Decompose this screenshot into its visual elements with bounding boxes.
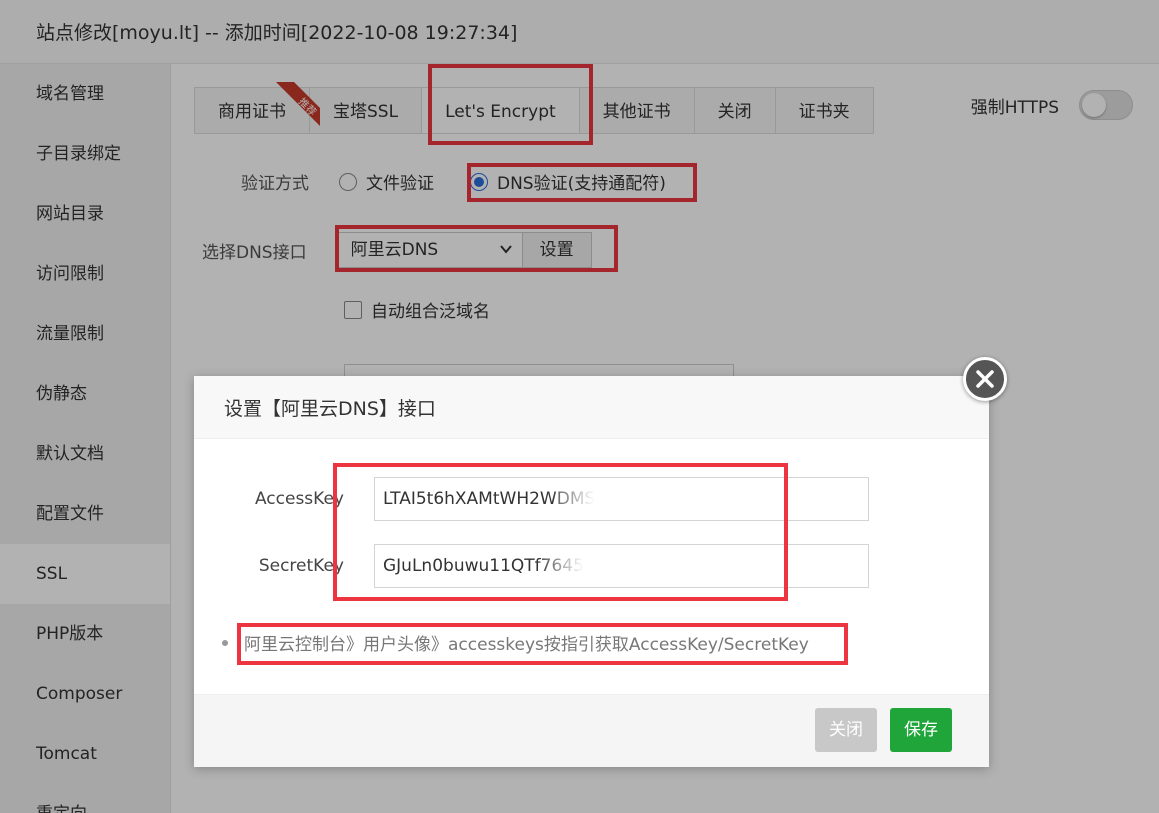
dns-config-dialog: 设置【阿里云DNS】接口 AccessKey LTAI5t6hXAMtWH2WD… [194, 376, 989, 767]
close-button[interactable]: 关闭 [815, 708, 877, 752]
dialog-title: 设置【阿里云DNS】接口 [194, 376, 989, 439]
help-tip: 阿里云控制台》用户头像》accesskeys按指引获取AccessKey/Sec… [222, 630, 809, 655]
access-key-input[interactable]: LTAI5t6hXAMtWH2WDMS [374, 477, 869, 521]
dialog-close-icon[interactable] [963, 357, 1007, 401]
redaction-blur [555, 488, 686, 510]
redaction-blur [543, 555, 674, 577]
secret-key-row: SecretKey GJuLn0buwu11QTf7645 [194, 544, 869, 588]
bullet-icon [222, 639, 228, 646]
help-tip-text: 阿里云控制台》用户头像》accesskeys按指引获取AccessKey/Sec… [244, 635, 809, 655]
dialog-footer: 关闭 保存 [194, 694, 989, 767]
secret-key-label: SecretKey [258, 556, 344, 576]
secret-key-input[interactable]: GJuLn0buwu11QTf7645 [374, 544, 869, 588]
close-icon [976, 370, 994, 388]
save-button[interactable]: 保存 [890, 708, 952, 752]
access-key-row: AccessKey LTAI5t6hXAMtWH2WDMS [194, 477, 869, 521]
access-key-label: AccessKey [254, 489, 344, 509]
